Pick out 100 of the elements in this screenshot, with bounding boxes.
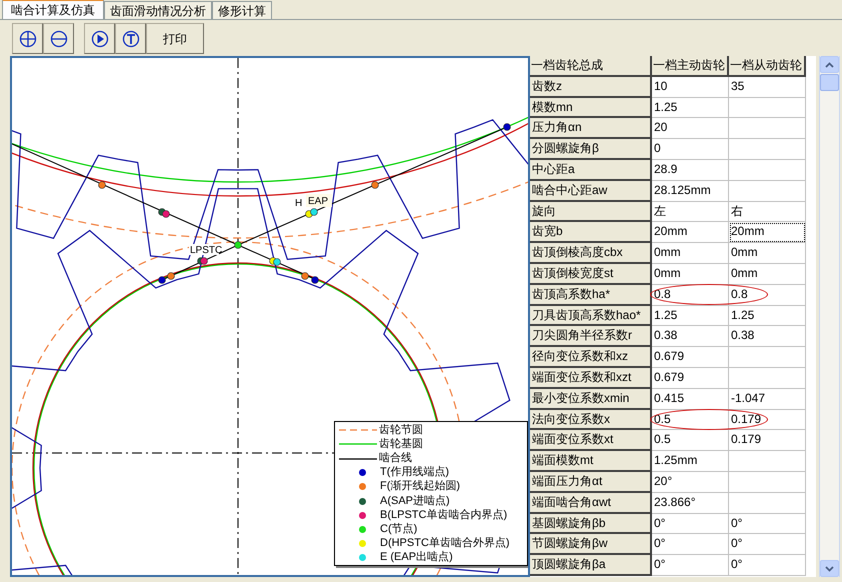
- legend-label: B(LPSTC单齿啮合内界点): [380, 510, 508, 521]
- table-cell[interactable]: 0.5: [652, 410, 729, 430]
- tab[interactable]: 齿面滑动情况分析: [104, 1, 212, 19]
- table-cell[interactable]: 0°: [652, 534, 729, 556]
- table-cell[interactable]: [729, 180, 806, 202]
- row-header: 端面压力角αt: [530, 472, 652, 493]
- point-label: H: [295, 198, 302, 209]
- table-cell[interactable]: 20mm: [652, 222, 729, 244]
- row-header: 端面啮合角αwt: [530, 492, 652, 514]
- table-cell[interactable]: 1.25: [729, 306, 806, 326]
- table-cell[interactable]: 0°: [729, 555, 806, 576]
- table-cell[interactable]: -1.047: [729, 388, 806, 410]
- table-cell[interactable]: 0.679: [652, 347, 729, 368]
- row-header: 压力角αn: [530, 118, 652, 140]
- scroll-thumb[interactable]: [820, 74, 839, 91]
- legend-label: 齿轮基圆: [379, 438, 423, 450]
- scroll-down-button[interactable]: [820, 560, 839, 577]
- row-header: 刀具齿顶高系数hao*: [530, 306, 652, 326]
- row-header: 齿宽b: [530, 222, 652, 244]
- row-header: 端面变位系数和xzt: [530, 368, 652, 389]
- row-header: 中心距a: [530, 160, 652, 181]
- table-cell[interactable]: 0.8: [729, 284, 806, 306]
- table-cell[interactable]: 20: [652, 118, 729, 140]
- table-cell[interactable]: 0.5: [652, 430, 729, 452]
- table-cell[interactable]: 0.38: [652, 326, 729, 348]
- table-cell[interactable]: 35: [729, 76, 806, 98]
- table-cell[interactable]: 1.25mm: [652, 451, 729, 472]
- table-cell[interactable]: 1.25: [652, 98, 729, 118]
- table-cell[interactable]: 0°: [652, 555, 729, 576]
- table-cell[interactable]: 右: [729, 202, 806, 222]
- scroll-up-button[interactable]: [820, 56, 839, 73]
- zoom-in-button[interactable]: [12, 23, 43, 54]
- play-button[interactable]: [84, 23, 115, 54]
- table-cell[interactable]: [729, 492, 806, 514]
- row-header: 齿顶倒棱高度cbx: [530, 243, 652, 264]
- table-cell[interactable]: 左: [652, 202, 729, 222]
- table-cell[interactable]: [729, 347, 806, 368]
- zoom-out-button[interactable]: [43, 23, 74, 54]
- legend-label: 齿轮节圆: [379, 424, 423, 436]
- table-cell[interactable]: 0°: [729, 534, 806, 556]
- row-header: 齿顶高系数ha*: [530, 284, 652, 306]
- table-cell[interactable]: 0: [652, 139, 729, 160]
- circle-cross-icon: [18, 30, 36, 48]
- row-header: 节圆螺旋角βw: [530, 534, 652, 556]
- legend-label: F(渐开线起始圆): [380, 481, 460, 492]
- column-header: 一档主动齿轮: [652, 56, 729, 77]
- table-cell[interactable]: 23.866°: [652, 492, 729, 514]
- legend-label: E (EAP出啮点): [380, 552, 453, 564]
- table-cell[interactable]: 0.415: [652, 388, 729, 410]
- table-cell[interactable]: 0.8: [652, 284, 729, 306]
- print-button[interactable]: 打印: [146, 23, 204, 54]
- table-cell[interactable]: [729, 139, 806, 160]
- text-tool-button[interactable]: [115, 23, 146, 54]
- table-cell[interactable]: 0.679: [652, 368, 729, 389]
- point-label: LPSTC: [190, 245, 222, 256]
- table-cell[interactable]: 0mm: [729, 243, 806, 264]
- row-header: 顶圆螺旋角βa: [530, 555, 652, 576]
- row-header: 径向变位系数和xz: [530, 347, 652, 368]
- column-header: 一档齿轮总成: [530, 56, 652, 77]
- row-header: 法向变位系数x: [530, 410, 652, 430]
- table-cell[interactable]: 10: [652, 76, 729, 98]
- tab[interactable]: 修形计算: [212, 1, 272, 19]
- table-cell[interactable]: 0mm: [729, 264, 806, 285]
- table-cell[interactable]: 20°: [652, 472, 729, 493]
- table-cell[interactable]: 0.179: [729, 410, 806, 430]
- row-header: 最小变位系数xmin: [530, 388, 652, 410]
- chevron-up-icon: [825, 62, 834, 68]
- legend-label: D(HPSTC单齿啮合外界点): [380, 538, 510, 550]
- scrollbar[interactable]: [819, 56, 840, 577]
- circle-t-icon: [122, 30, 140, 48]
- row-header: 基圆螺旋角βb: [530, 514, 652, 534]
- table-cell[interactable]: [729, 451, 806, 472]
- table-cell[interactable]: 0.38: [729, 326, 806, 348]
- table-cell[interactable]: [729, 368, 806, 389]
- table-cell[interactable]: [729, 118, 806, 140]
- table-cell[interactable]: 20mm: [729, 222, 806, 244]
- table-cell[interactable]: [729, 472, 806, 493]
- table-cell[interactable]: 0mm: [652, 264, 729, 285]
- table-cell[interactable]: 1.25: [652, 306, 729, 326]
- row-header: 模数mn: [530, 98, 652, 118]
- table-cell[interactable]: 0.179: [729, 430, 806, 452]
- point-label: EAP: [308, 196, 328, 207]
- chevron-down-icon: [825, 566, 834, 572]
- row-header: 刀尖圆角半径系数r: [530, 326, 652, 348]
- table-cell[interactable]: 0mm: [652, 243, 729, 264]
- table-cell[interactable]: 28.9: [652, 160, 729, 181]
- legend-label: A(SAP进啮点): [380, 496, 450, 507]
- circle-minus-icon: [50, 30, 68, 48]
- table-cell[interactable]: 28.125mm: [652, 180, 729, 202]
- tab[interactable]: 啮合计算及仿真: [2, 0, 104, 19]
- legend-label: C(节点): [380, 524, 418, 536]
- row-header: 端面模数mt: [530, 451, 652, 472]
- table-cell[interactable]: [729, 98, 806, 118]
- legend-label: T(作用线端点): [380, 467, 450, 478]
- table-cell[interactable]: 0°: [729, 514, 806, 534]
- table-cell[interactable]: [729, 160, 806, 181]
- column-header: 一档从动齿轮: [729, 56, 806, 77]
- row-header: 端面变位系数xt: [530, 430, 652, 452]
- legend-label: 啮合线: [379, 453, 412, 464]
- table-cell[interactable]: 0°: [652, 514, 729, 534]
